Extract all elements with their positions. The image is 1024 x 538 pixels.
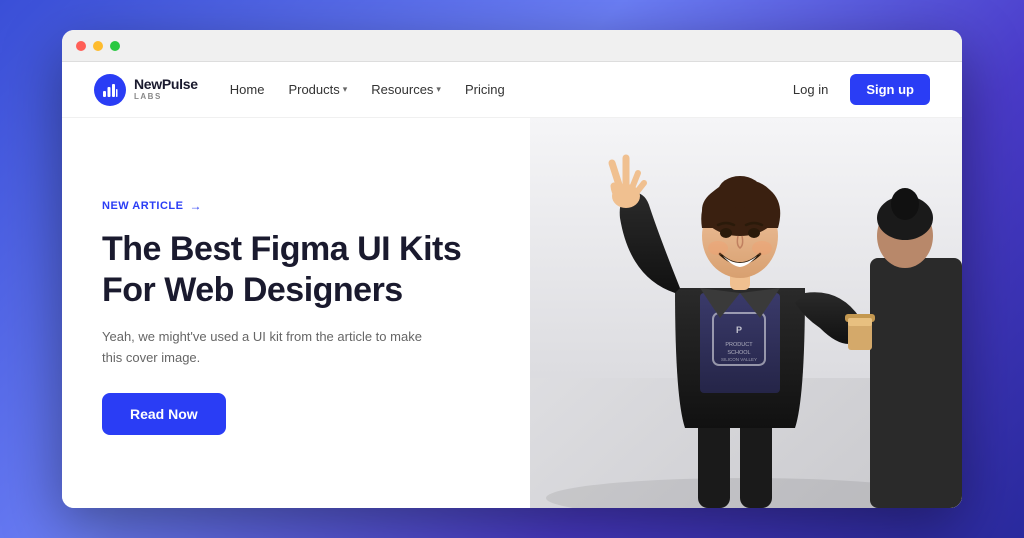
nav-home[interactable]: Home: [230, 82, 265, 97]
logo-svg: [101, 81, 119, 99]
hero-title: The Best Figma UI Kits For Web Designers: [102, 229, 490, 311]
minimize-dot[interactable]: [93, 41, 103, 51]
nav-products[interactable]: Products ▾: [288, 82, 347, 97]
logo-icon: [94, 74, 126, 106]
signup-button[interactable]: Sign up: [850, 74, 930, 105]
svg-text:P: P: [736, 325, 742, 335]
hero-subtitle: Yeah, we might've used a UI kit from the…: [102, 327, 442, 369]
navbar: NewPulse LABS Home Products ▾ Resources …: [62, 62, 962, 118]
logo-sub: LABS: [134, 93, 198, 102]
login-button[interactable]: Log in: [783, 76, 838, 103]
svg-text:SCHOOL: SCHOOL: [727, 350, 750, 356]
nav-links: Home Products ▾ Resources ▾ Pricing: [230, 82, 783, 97]
logo-text: NewPulse LABS: [134, 77, 198, 101]
browser-chrome: [62, 30, 962, 62]
browser-window: NewPulse LABS Home Products ▾ Resources …: [62, 30, 962, 508]
hero-section: NEW ARTICLE → The Best Figma UI Kits For…: [62, 118, 962, 508]
resources-chevron: ▾: [436, 84, 441, 95]
svg-text:PRODUCT: PRODUCT: [725, 342, 753, 348]
close-dot[interactable]: [76, 41, 86, 51]
products-chevron: ▾: [343, 84, 348, 95]
svg-text:SILICON VALLEY: SILICON VALLEY: [721, 357, 757, 362]
page-content: NewPulse LABS Home Products ▾ Resources …: [62, 62, 962, 508]
new-article-badge: NEW ARTICLE →: [102, 199, 490, 213]
nav-resources[interactable]: Resources ▾: [371, 82, 441, 97]
hero-scene-svg: P PRODUCT SCHOOL SILICON VALLEY: [530, 118, 962, 508]
nav-pricing[interactable]: Pricing: [465, 82, 505, 97]
hero-photo: P PRODUCT SCHOOL SILICON VALLEY: [530, 118, 962, 508]
logo-area: NewPulse LABS: [94, 74, 198, 106]
hero-image: P PRODUCT SCHOOL SILICON VALLEY: [530, 118, 962, 508]
maximize-dot[interactable]: [110, 41, 120, 51]
logo-name: NewPulse: [134, 77, 198, 92]
nav-actions: Log in Sign up: [783, 74, 930, 105]
hero-left: NEW ARTICLE → The Best Figma UI Kits For…: [62, 118, 530, 508]
read-now-button[interactable]: Read Now: [102, 393, 226, 435]
badge-arrow: →: [189, 199, 202, 213]
